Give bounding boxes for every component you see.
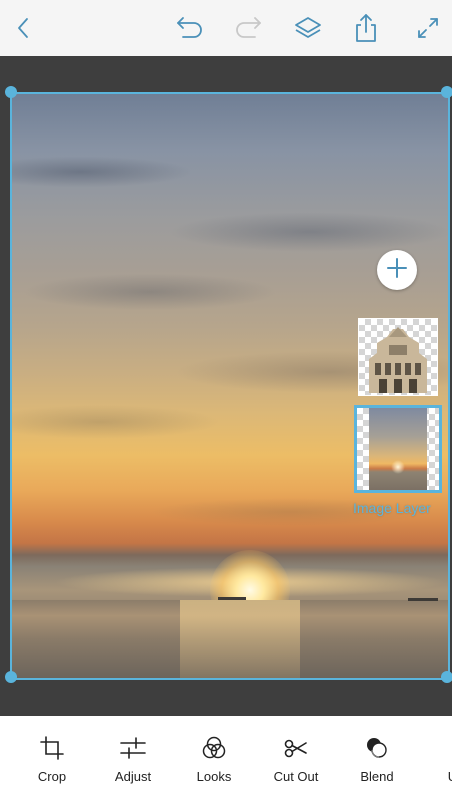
back-icon: [12, 16, 36, 40]
redo-icon: [232, 12, 264, 44]
tool-label: Blend: [360, 769, 394, 784]
tool-upright[interactable]: Up: [420, 716, 452, 801]
upright-icon: [442, 734, 452, 762]
tool-label: Looks: [196, 769, 232, 784]
tool-blend[interactable]: Blend: [341, 716, 413, 801]
fullscreen-button[interactable]: [408, 8, 448, 48]
layers-button[interactable]: [288, 8, 328, 48]
blend-icon: [363, 734, 391, 762]
share-button[interactable]: [346, 8, 386, 48]
redo-button[interactable]: [228, 8, 268, 48]
plus-icon: [386, 257, 408, 284]
crop-icon: [38, 734, 66, 762]
scissors-icon: [282, 734, 310, 762]
undo-icon: [174, 12, 206, 44]
top-toolbar: [0, 0, 452, 56]
tool-label: Adjust: [114, 769, 152, 784]
photo-ship: [408, 598, 438, 601]
building-cutout-image: [369, 327, 427, 393]
tool-label: Up: [420, 769, 452, 784]
photo-sea-reflection: [180, 600, 300, 678]
photoshop-mix-editor: Image Layer Crop Adjust Looks Cut Out Bl…: [0, 0, 452, 801]
tool-looks[interactable]: Looks: [178, 716, 250, 801]
photo-ship: [218, 597, 246, 600]
resize-handle-top-right[interactable]: [441, 86, 452, 98]
back-button[interactable]: [4, 8, 44, 48]
tool-adjust[interactable]: Adjust: [97, 716, 169, 801]
tool-label: Crop: [37, 769, 67, 784]
resize-handle-bottom-right[interactable]: [441, 671, 452, 683]
adjust-icon: [119, 734, 147, 762]
share-icon: [351, 12, 381, 44]
looks-icon: [200, 734, 228, 762]
layer-thumbnail-building[interactable]: [358, 318, 438, 396]
undo-button[interactable]: [170, 8, 210, 48]
selected-layer-label: Image Layer: [353, 500, 431, 516]
resize-handle-top-left[interactable]: [5, 86, 17, 98]
fullscreen-icon: [415, 15, 441, 41]
tool-crop[interactable]: Crop: [16, 716, 88, 801]
sunset-thumbnail-image: [369, 408, 427, 490]
add-layer-button[interactable]: [377, 250, 417, 290]
layers-icon: [293, 13, 323, 43]
tool-label: Cut Out: [273, 769, 319, 784]
resize-handle-bottom-left[interactable]: [5, 671, 17, 683]
bottom-toolbar: Crop Adjust Looks Cut Out Blend: [0, 716, 452, 801]
tool-cut-out[interactable]: Cut Out: [260, 716, 332, 801]
layer-thumbnail-sunset[interactable]: [354, 405, 442, 493]
